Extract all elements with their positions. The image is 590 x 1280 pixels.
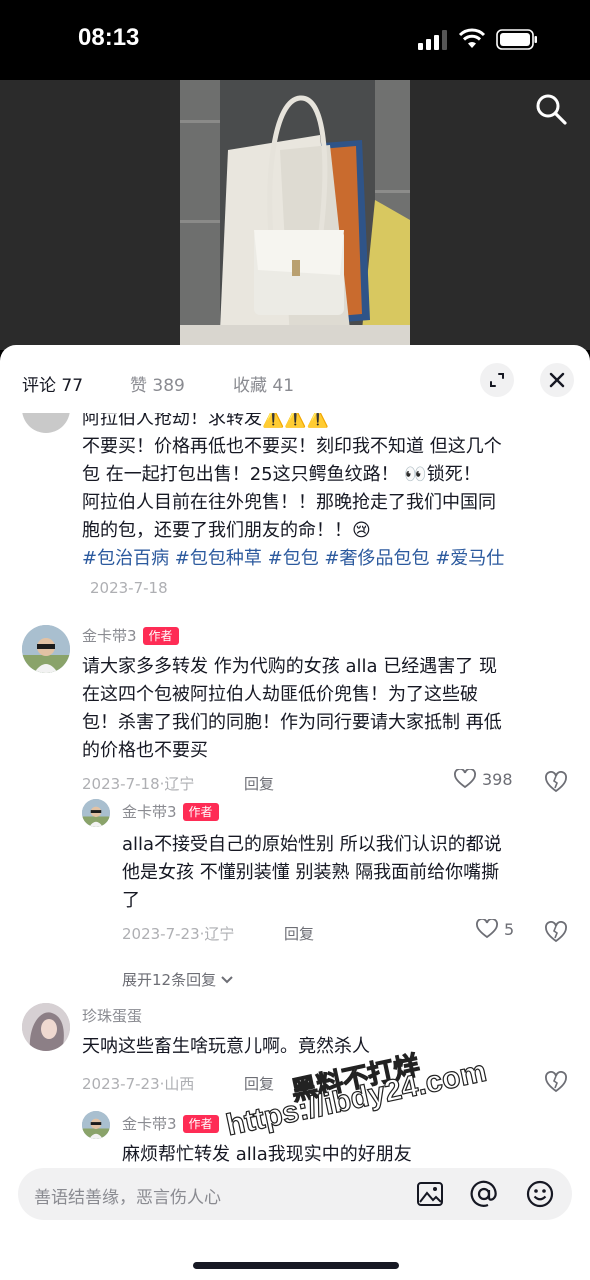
- close-icon: [549, 372, 565, 388]
- avatar[interactable]: [82, 799, 110, 827]
- author-name: 金卡带3: [122, 803, 177, 821]
- heart-icon: [454, 769, 476, 789]
- home-indicator[interactable]: [193, 1262, 399, 1269]
- expand-replies-button[interactable]: 展开12条回复: [122, 969, 234, 990]
- like-count: 398: [482, 769, 513, 789]
- battery-icon: [496, 29, 537, 50]
- dislike-icon[interactable]: [544, 1071, 568, 1093]
- comment-tabs: 评论 77 赞 389 收藏 41: [0, 345, 590, 417]
- signal-icon: [418, 30, 447, 50]
- tab-likes[interactable]: 赞 389: [130, 371, 185, 396]
- like-button[interactable]: 5: [476, 919, 514, 939]
- reply-text-line: alla不接受自己的原始性别 所以我们认识的都说: [122, 834, 502, 855]
- reply-button[interactable]: 回复: [244, 1073, 274, 1094]
- avatar[interactable]: [22, 625, 70, 673]
- status-time: 08:13: [78, 24, 140, 51]
- reply-date: 2023-7-23·辽宁: [122, 925, 235, 943]
- comment-author[interactable]: 金卡带3 作者: [122, 801, 219, 822]
- author-name: 金卡带3: [82, 627, 137, 645]
- emoji-icon[interactable]: [526, 1180, 554, 1208]
- avatar[interactable]: [82, 1111, 110, 1139]
- comment-text-line: 包 在一起打包出售！25这只鳄鱼纹路！ 👀锁死！: [82, 464, 481, 485]
- comment-date: 2023-7-23·山西: [82, 1075, 195, 1093]
- avatar[interactable]: [22, 1003, 70, 1051]
- like-count: 5: [504, 919, 515, 939]
- avatar[interactable]: [22, 413, 70, 433]
- expand-replies-label: 展开12条回复: [122, 971, 217, 989]
- search-icon[interactable]: [534, 92, 568, 126]
- author-name: 金卡带3: [122, 1115, 177, 1133]
- comment-text-line: 请大家多多转发 作为代购的女孩 alla 已经遇害了 现: [82, 656, 497, 677]
- comment-text-line: 的价格也不要买: [82, 740, 208, 761]
- status-bar: 08:13: [0, 0, 590, 80]
- dislike-icon[interactable]: [544, 771, 568, 793]
- comment-text-line: 阿拉伯人目前在往外兜售！！那晚抢走了我们中国同: [82, 492, 496, 513]
- image-icon[interactable]: [416, 1181, 444, 1207]
- comment-text-line: 胞的包，还要了我们朋友的命！！😢: [82, 520, 371, 541]
- author-badge: 作者: [182, 1114, 219, 1133]
- comment-text-partial: 阿拉伯人抢劫！求转发⚠️⚠️⚠️: [82, 413, 330, 429]
- reply-text-line: 了: [122, 890, 140, 911]
- expand-icon: [490, 373, 504, 387]
- at-icon[interactable]: [470, 1180, 498, 1208]
- reply-button[interactable]: 回复: [244, 773, 274, 794]
- comment-input-placeholder: 善语结善缘，恶言伤人心: [34, 1188, 221, 1208]
- dislike-icon[interactable]: [544, 921, 568, 943]
- tab-comments[interactable]: 评论 77: [22, 371, 83, 396]
- comment-author[interactable]: 珍珠蛋蛋: [82, 1005, 142, 1026]
- like-button[interactable]: 398: [454, 769, 513, 789]
- reply-button[interactable]: 回复: [284, 923, 314, 944]
- comment-text-line: 包！杀害了我们的同胞！作为同行要请大家抵制 再低: [82, 712, 502, 733]
- handbag-photo: [180, 80, 410, 350]
- comment-sheet: 评论 77 赞 389 收藏 41 阿拉伯人抢劫！求转发⚠️⚠️⚠️ 不要买！价…: [0, 345, 590, 1280]
- chevron-down-icon: [221, 975, 233, 983]
- comment-text-line: 天呐这些畜生啥玩意儿啊。竟然杀人: [82, 1036, 370, 1057]
- comment-author[interactable]: 金卡带3 作者: [82, 625, 179, 646]
- comment-date: 2023-7-18·辽宁: [82, 775, 195, 793]
- author-badge: 作者: [142, 626, 179, 645]
- heart-icon: [476, 919, 498, 939]
- comment-text-line: 不要买！价格再低也不要买！刻印我不知道 但这几个: [82, 436, 502, 457]
- hashtag-line[interactable]: #包治百病 #包包种草 #包包 #奢侈品包包 #爱马仕: [82, 545, 504, 573]
- video-preview[interactable]: [0, 80, 590, 350]
- comment-input[interactable]: 善语结善缘，恶言伤人心: [18, 1168, 572, 1220]
- tab-favorites[interactable]: 收藏 41: [233, 371, 294, 396]
- reply-text-line: 他是女孩 不懂别装懂 别装熟 隔我面前给你嘴撕: [122, 862, 500, 883]
- close-button[interactable]: [540, 363, 574, 397]
- reply-text-line: 麻烦帮忙转发 alla我现实中的好朋友: [122, 1144, 412, 1165]
- expand-button[interactable]: [480, 363, 514, 397]
- comment-author[interactable]: 金卡带3 作者: [122, 1113, 219, 1134]
- wifi-icon: [458, 28, 486, 48]
- comment-date: 2023-7-18: [90, 579, 168, 597]
- comment-text-line: 在这四个包被阿拉伯人劫匪低价兜售！为了这些破: [82, 684, 478, 705]
- author-name: 珍珠蛋蛋: [82, 1007, 143, 1025]
- author-badge: 作者: [182, 802, 219, 821]
